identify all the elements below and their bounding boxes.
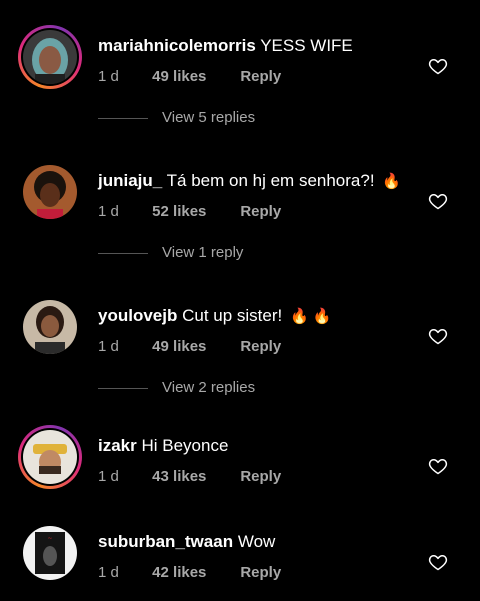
heart-outline-icon[interactable] <box>428 326 448 346</box>
comment-meta: 1 d 43 likes Reply <box>98 468 281 485</box>
avatar-image <box>23 300 77 354</box>
comment-username[interactable]: youlovejb <box>98 306 177 325</box>
comment-item: mariahnicolemorris YESS WIFE 1 d 49 like… <box>0 25 480 105</box>
view-replies-button[interactable]: View 2 replies <box>0 378 480 398</box>
avatar[interactable] <box>18 295 82 359</box>
heart-outline-icon[interactable] <box>428 552 448 572</box>
comment-time: 1 d <box>98 468 119 485</box>
comment-time: 1 d <box>98 203 119 220</box>
view-replies-button[interactable]: View 1 reply <box>0 243 480 263</box>
comment-text-line: juniaju_ Tá bem on hj em senhora?! 🔥 <box>98 170 401 193</box>
comment-time: 1 d <box>98 68 119 85</box>
comment-item: youlovejb Cut up sister! 🔥 🔥 1 d 49 like… <box>0 295 480 375</box>
fire-emoji: 🔥 <box>382 173 401 190</box>
comment-likes[interactable]: 43 likes <box>152 468 236 485</box>
view-replies-button[interactable]: View 5 replies <box>0 108 480 128</box>
comment-meta: 1 d 52 likes Reply <box>98 203 281 220</box>
replies-divider <box>98 118 148 119</box>
comment-time: 1 d <box>98 564 119 581</box>
comment-body: Wow <box>237 532 276 551</box>
comment-item: juniaju_ Tá bem on hj em senhora?! 🔥 1 d… <box>0 160 480 240</box>
reply-button[interactable]: Reply <box>240 564 281 581</box>
avatar[interactable]: ~ <box>18 521 82 585</box>
comment-likes[interactable]: 49 likes <box>152 338 236 355</box>
reply-button[interactable]: Reply <box>240 68 281 85</box>
comment-body: YESS WIFE <box>260 36 353 55</box>
heart-outline-icon[interactable] <box>428 56 448 76</box>
comment-item: ~ suburban_twaan Wow 1 d 42 likes Reply <box>0 521 480 601</box>
avatar-image <box>23 30 77 84</box>
fire-emoji: 🔥 🔥 <box>289 308 332 325</box>
view-replies-label: View 2 replies <box>162 379 256 396</box>
comment-likes[interactable]: 52 likes <box>152 203 236 220</box>
avatar[interactable] <box>18 425 82 489</box>
heart-outline-icon[interactable] <box>428 191 448 211</box>
view-replies-label: View 5 replies <box>162 109 256 126</box>
avatar-image <box>23 165 77 219</box>
comment-username[interactable]: izakr <box>98 436 137 455</box>
reply-button[interactable]: Reply <box>240 338 281 355</box>
comment-meta: 1 d 49 likes Reply <box>98 68 281 85</box>
reply-button[interactable]: Reply <box>240 468 281 485</box>
comment-meta: 1 d 42 likes Reply <box>98 564 281 581</box>
comment-body: Cut up sister! <box>182 306 283 325</box>
comment-text-line: suburban_twaan Wow <box>98 531 275 553</box>
comment-username[interactable]: juniaju_ <box>98 171 162 190</box>
comment-username[interactable]: suburban_twaan <box>98 532 233 551</box>
avatar[interactable] <box>18 25 82 89</box>
comment-likes[interactable]: 42 likes <box>152 564 236 581</box>
comment-text-line: youlovejb Cut up sister! 🔥 🔥 <box>98 305 332 328</box>
comment-text-line: izakr Hi Beyonce <box>98 435 228 457</box>
comment-item: izakr Hi Beyonce 1 d 43 likes Reply <box>0 425 480 505</box>
view-replies-label: View 1 reply <box>162 244 244 261</box>
comment-meta: 1 d 49 likes Reply <box>98 338 281 355</box>
comment-body: Tá bem on hj em senhora?! <box>166 171 375 190</box>
comment-likes[interactable]: 49 likes <box>152 68 236 85</box>
avatar-image <box>23 430 77 484</box>
avatar[interactable] <box>18 160 82 224</box>
replies-divider <box>98 388 148 389</box>
replies-divider <box>98 253 148 254</box>
heart-outline-icon[interactable] <box>428 456 448 476</box>
reply-button[interactable]: Reply <box>240 203 281 220</box>
comment-time: 1 d <box>98 338 119 355</box>
comment-text-line: mariahnicolemorris YESS WIFE <box>98 35 353 57</box>
svg-text:~: ~ <box>47 535 52 542</box>
comment-body: Hi Beyonce <box>141 436 229 455</box>
comment-username[interactable]: mariahnicolemorris <box>98 36 256 55</box>
avatar-image: ~ <box>23 526 77 580</box>
